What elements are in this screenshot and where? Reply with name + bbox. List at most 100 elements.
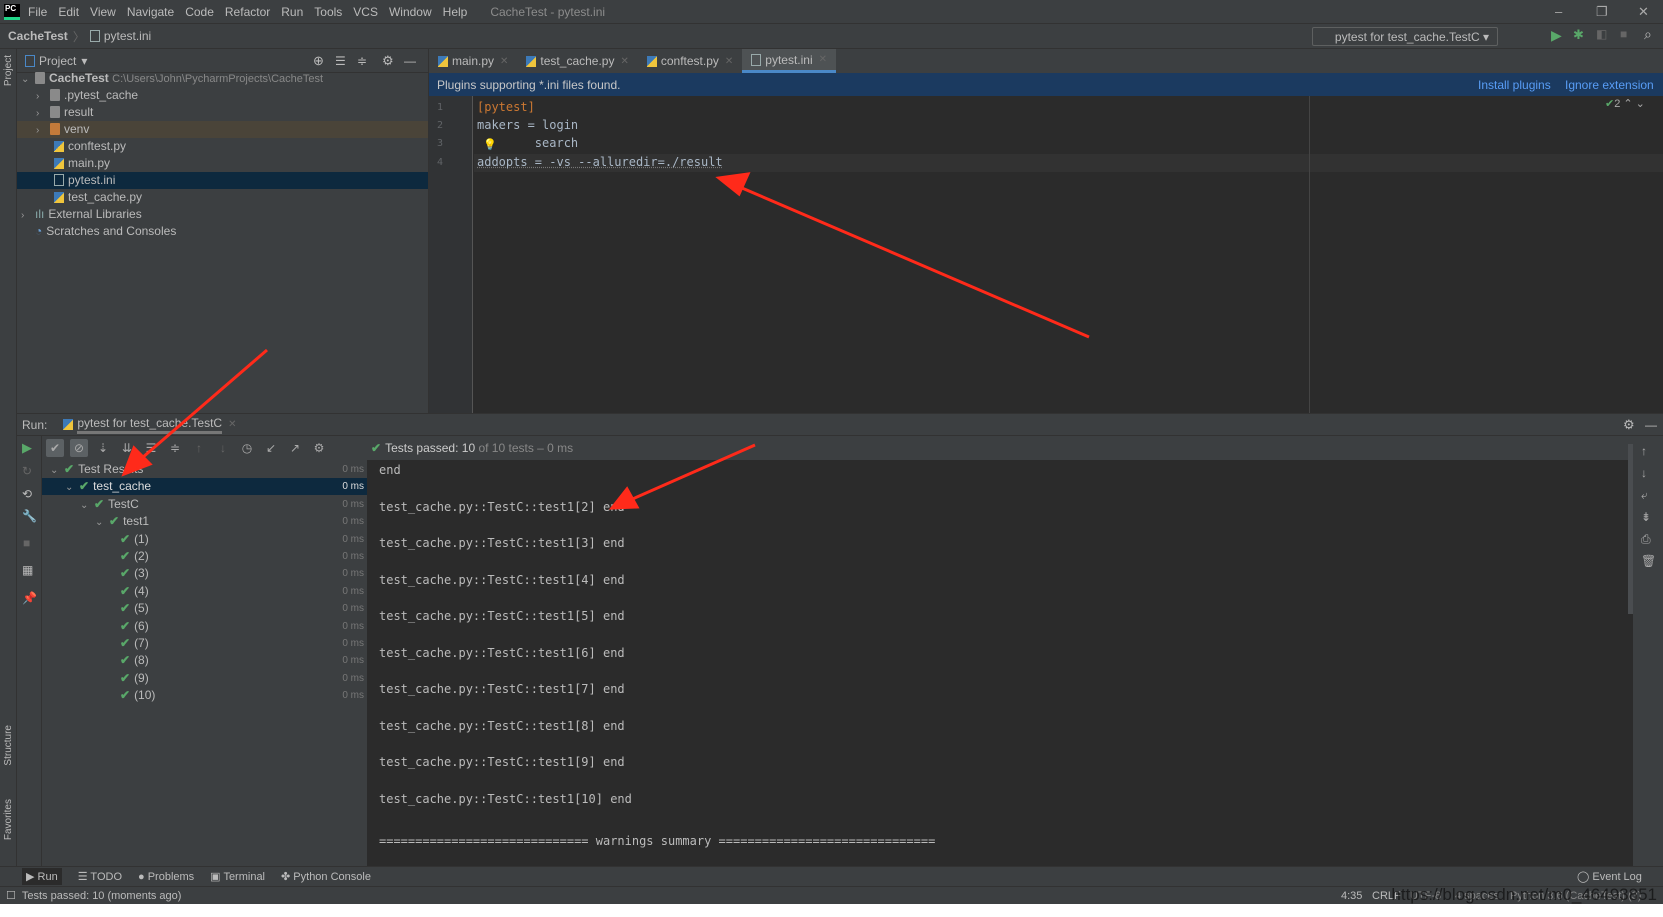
test-tree-row[interactable]: ⌄ ✔ test_cache 0 ms: [42, 478, 367, 496]
scroll-down-icon[interactable]: ↓: [1641, 466, 1647, 480]
menu-navigate[interactable]: Navigate: [127, 5, 174, 19]
test-tree-row[interactable]: ⌄ ✔ TestC 0 ms: [42, 496, 367, 513]
scroll-to-end-icon[interactable]: ⇟: [1641, 510, 1651, 524]
menu-tools[interactable]: Tools: [314, 5, 342, 19]
test-tree-row[interactable]: ✔ (2) 0 ms: [42, 548, 367, 565]
stop-icon[interactable]: ■: [1620, 27, 1627, 41]
project-side-tab[interactable]: Project: [3, 55, 14, 86]
install-plugins-link[interactable]: Install plugins: [1478, 78, 1551, 92]
test-tree-row[interactable]: ⌄ ✔ Test Results 0 ms: [42, 461, 367, 478]
search-icon[interactable]: ⌕: [1644, 26, 1652, 43]
structure-side-tab[interactable]: Structure: [3, 725, 14, 766]
ignore-extension-link[interactable]: Ignore extension: [1565, 78, 1654, 92]
tree-item-main[interactable]: main.py: [17, 155, 428, 172]
code-line[interactable]: search: [477, 136, 578, 150]
debug-icon[interactable]: ✱: [1573, 27, 1584, 43]
chevron-down-icon[interactable]: ⌄: [95, 514, 109, 531]
gear-icon[interactable]: ⚙: [382, 53, 394, 69]
history-icon[interactable]: ◷: [238, 439, 256, 457]
toggle-auto-test-icon[interactable]: ⟲: [22, 487, 32, 501]
rerun-failed-icon[interactable]: ↻: [22, 464, 32, 478]
chevron-down-icon[interactable]: ⌄: [65, 479, 79, 496]
scroll-up-icon[interactable]: ↑: [1641, 444, 1647, 458]
show-ignored-icon[interactable]: ⊘: [70, 439, 88, 457]
close-tab-icon[interactable]: ✕: [725, 56, 733, 67]
layout-icon[interactable]: ▦: [22, 563, 33, 577]
code-line[interactable]: makers = login: [477, 118, 578, 132]
hide-run-icon[interactable]: —: [1645, 418, 1657, 432]
menu-file[interactable]: File: [28, 5, 47, 19]
event-log-button[interactable]: ◯ Event Log: [1577, 870, 1642, 883]
tab-test-cache-py[interactable]: test_cache.py ✕: [517, 49, 637, 73]
import-tests-icon[interactable]: ↙: [262, 439, 280, 457]
tree-item-scratches[interactable]: ◔ Scratches and Consoles: [17, 223, 428, 240]
inspection-ok-icon[interactable]: ✔2 ⌃ ⌄: [1605, 97, 1645, 110]
collapse-all-icon[interactable]: ≑: [357, 54, 367, 68]
code-line[interactable]: [pytest]: [477, 100, 535, 114]
test-tree-row[interactable]: ✔ (6) 0 ms: [42, 618, 367, 635]
rerun-icon[interactable]: ▶: [22, 440, 32, 456]
expand-all-icon[interactable]: ☰: [335, 54, 346, 68]
menu-code[interactable]: Code: [185, 5, 214, 19]
coverage-icon[interactable]: ◧: [1596, 27, 1607, 41]
run-tab[interactable]: pytest for test_cache.TestC: [77, 416, 223, 434]
test-tree-row[interactable]: ✔ (4) 0 ms: [42, 583, 367, 600]
test-tree-row[interactable]: ✔ (3) 0 ms: [42, 565, 367, 582]
status-toggle-icon[interactable]: ☐: [6, 889, 16, 902]
tree-item-test-cache[interactable]: test_cache.py: [17, 189, 428, 206]
menu-refactor[interactable]: Refactor: [225, 5, 270, 19]
test-tree-row[interactable]: ✔ (5) 0 ms: [42, 600, 367, 617]
bottom-tab-todo[interactable]: ☰ TODO: [78, 870, 122, 883]
breadcrumb-file[interactable]: pytest.ini: [104, 29, 151, 43]
next-failed-icon[interactable]: ↓: [214, 439, 232, 457]
tree-item-pytest-cache[interactable]: › .pytest_cache: [17, 87, 428, 104]
close-tab-icon[interactable]: ✕: [819, 54, 827, 65]
test-tree-row[interactable]: ✔ (7) 0 ms: [42, 635, 367, 652]
close-run-tab-icon[interactable]: ✕: [228, 419, 236, 430]
previous-failed-icon[interactable]: ↑: [190, 439, 208, 457]
test-tree-row[interactable]: ✔ (9) 0 ms: [42, 670, 367, 687]
tab-conftest-py[interactable]: conftest.py ✕: [638, 49, 742, 73]
pin-icon[interactable]: 📌: [22, 591, 37, 605]
chevron-down-icon[interactable]: ⌄: [80, 497, 94, 514]
tree-item-external-libraries[interactable]: › ılı External Libraries: [17, 206, 428, 223]
show-passed-icon[interactable]: ✔: [46, 439, 64, 457]
favorites-side-tab[interactable]: Favorites: [3, 799, 14, 840]
run-icon[interactable]: ▶: [1551, 27, 1562, 44]
restore-button[interactable]: ❐: [1596, 4, 1608, 20]
tab-main-py[interactable]: main.py ✕: [429, 49, 517, 73]
tree-item-conftest[interactable]: conftest.py: [17, 138, 428, 155]
tree-item-pytest-ini[interactable]: pytest.ini: [17, 172, 428, 189]
test-tree-row[interactable]: ✔ (8) 0 ms: [42, 652, 367, 669]
sort-duration-icon[interactable]: ⇊: [118, 439, 136, 457]
test-settings-icon[interactable]: ⚙: [310, 439, 328, 457]
close-tab-icon[interactable]: ✕: [620, 56, 628, 67]
run-configuration-select[interactable]: pytest for test_cache.TestC ▾: [1311, 27, 1498, 46]
console-output[interactable]: end test_cache.py::TestC::test1[2] end tes…: [367, 460, 1633, 866]
test-tree-row[interactable]: ⌄ ✔ test1 0 ms: [42, 513, 367, 530]
collapse-all-icon[interactable]: ≑: [166, 439, 184, 457]
tree-item-venv[interactable]: › venv: [17, 121, 428, 138]
breadcrumb-project[interactable]: CacheTest: [8, 29, 68, 43]
bottom-tab-problems[interactable]: ● Problems: [138, 871, 194, 883]
run-settings-gear-icon[interactable]: ⚙: [1623, 417, 1635, 433]
expand-all-icon[interactable]: ☰: [142, 439, 160, 457]
bottom-tab-run[interactable]: ▶ Run: [22, 868, 62, 885]
hide-icon[interactable]: —: [404, 54, 416, 68]
close-tab-icon[interactable]: ✕: [500, 56, 508, 67]
tree-item-result[interactable]: › result: [17, 104, 428, 121]
menu-vcs[interactable]: VCS: [353, 5, 378, 19]
caret-position[interactable]: 4:35: [1341, 890, 1362, 902]
tree-item-cachetest[interactable]: ⌄ CacheTest C:\Users\John\PycharmProjects…: [17, 70, 428, 87]
menu-window[interactable]: Window: [389, 5, 432, 19]
test-tree-row[interactable]: ✔ (10) 0 ms: [42, 687, 367, 704]
print-icon[interactable]: ⎙: [1641, 532, 1651, 547]
sort-alpha-icon[interactable]: ⇣: [94, 439, 112, 457]
bottom-tab-python-console[interactable]: ✤ Python Console: [281, 870, 371, 883]
code-line[interactable]: addopts = -vs --alluredir=./result: [477, 155, 723, 169]
export-tests-icon[interactable]: ↗: [286, 439, 304, 457]
stop-icon[interactable]: ■: [23, 536, 30, 550]
bottom-tab-terminal[interactable]: ▣ Terminal: [210, 870, 265, 883]
tab-pytest-ini[interactable]: pytest.ini ✕: [742, 49, 837, 73]
minimize-button[interactable]: –: [1555, 4, 1562, 19]
